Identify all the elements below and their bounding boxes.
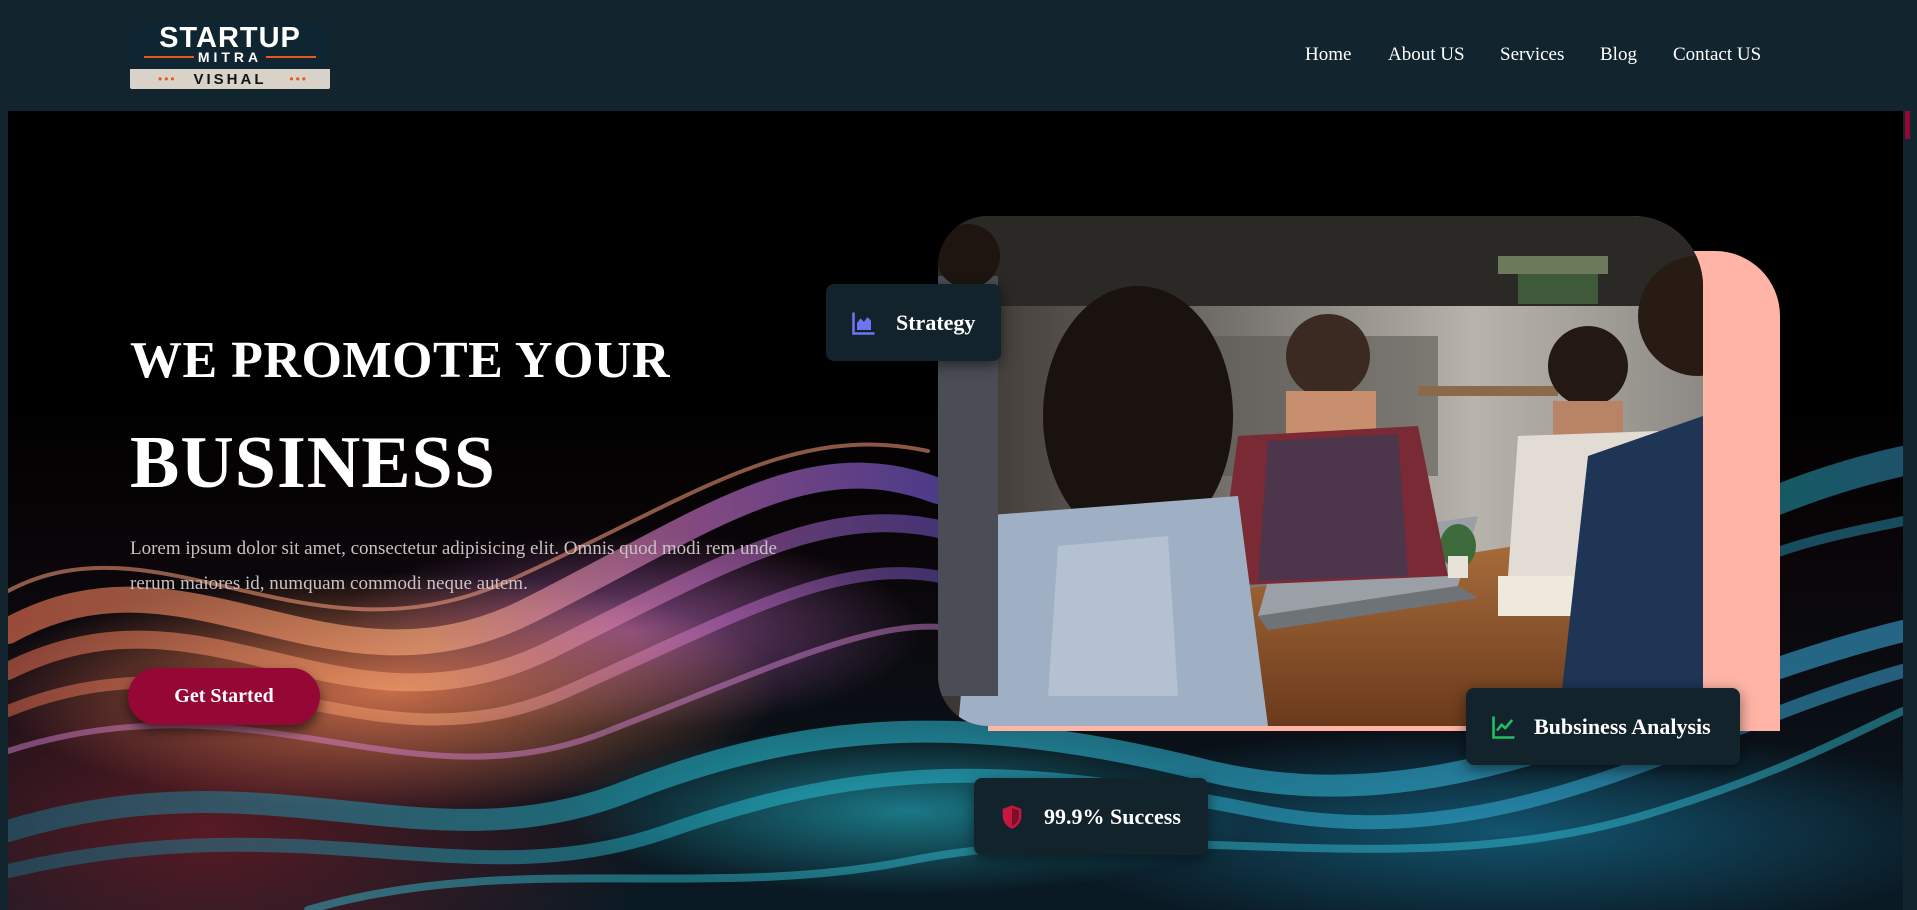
- page-scrollbar-thumb[interactable]: [1905, 111, 1910, 139]
- success-label: 99.9% Success: [1044, 803, 1181, 829]
- startup-mitra-logo[interactable]: STARTUP MITRA ••• VISHAL •••: [130, 22, 330, 89]
- success-badge: 99.9% Success: [974, 778, 1208, 855]
- area-chart-icon: [852, 312, 875, 335]
- navbar: STARTUP MITRA ••• VISHAL ••• Home About …: [0, 0, 1917, 111]
- business-analysis-badge: Bubsiness Analysis: [1466, 688, 1740, 765]
- get-started-button[interactable]: Get Started: [128, 668, 320, 725]
- nav-home[interactable]: Home: [1305, 44, 1351, 66]
- strategy-label: Strategy: [896, 309, 976, 335]
- nav-services[interactable]: Services: [1500, 44, 1564, 66]
- hero-description: Lorem ipsum dolor sit amet, consectetur …: [130, 538, 777, 594]
- nav-contact-us[interactable]: Contact US: [1673, 44, 1761, 66]
- logo-bottom: ••• VISHAL •••: [130, 69, 330, 89]
- team-meeting-photo: [938, 216, 1703, 726]
- logo-top: STARTUP MITRA: [130, 22, 330, 69]
- logo-line-right: [266, 56, 316, 58]
- hero-title-line1: WE PROMOTE YOUR: [130, 332, 671, 389]
- strategy-badge: Strategy: [826, 284, 1001, 361]
- office-scene-illustration: [938, 216, 1703, 726]
- shield-icon: [1002, 804, 1022, 829]
- hero-title-line2: BUSINESS: [130, 422, 496, 504]
- nav-blog[interactable]: Blog: [1600, 44, 1637, 66]
- nav-about-us[interactable]: About US: [1388, 44, 1465, 66]
- logo-dots-right: •••: [289, 72, 308, 86]
- page-scrollbar-track[interactable]: [1903, 111, 1917, 910]
- hero-section: WE PROMOTE YOUR BUSINESS Lorem ipsum dol…: [8, 111, 1903, 910]
- line-chart-icon: [1492, 716, 1515, 739]
- business-analysis-label: Bubsiness Analysis: [1534, 713, 1711, 739]
